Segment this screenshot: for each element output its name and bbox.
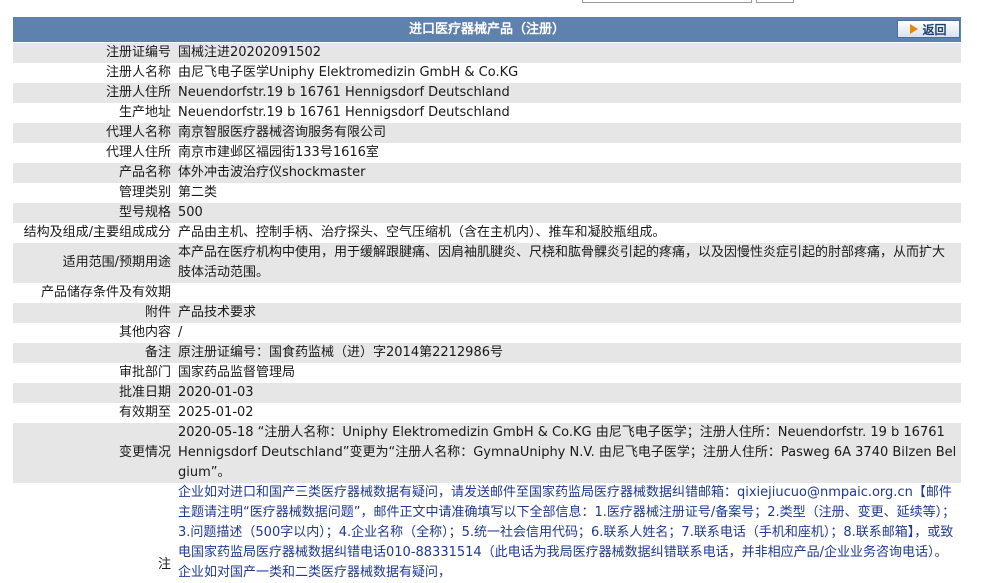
field-value <box>174 283 961 303</box>
field-label: 附件 <box>13 303 174 323</box>
table-row: 变更情况 2020-05-18 “注册人名称：Uniphy Elektromedi… <box>13 423 961 483</box>
field-label: 结构及组成/主要组成成分 <box>13 223 174 243</box>
field-label: 代理人住所 <box>13 143 174 163</box>
field-value: 南京智服医疗器械咨询服务有限公司 <box>174 123 961 143</box>
table-row: 审批部门 国家药品监督管理局 <box>13 363 961 383</box>
note-text: 企业如对进口和国产三类医疗器械数据有疑问，请发送邮件至国家药监局医疗器械数据纠错… <box>174 483 961 583</box>
field-label: 其他内容 <box>13 323 174 343</box>
field-value: 2020-05-18 “注册人名称：Uniphy Elektromedizin … <box>174 423 961 483</box>
table-row: 管理类别 第二类 <box>13 183 961 203</box>
field-value: Neuendorfstr.19 b 16761 Hennigsdorf Deut… <box>174 83 961 103</box>
table-row: 适用范围/预期用途 本产品在医疗机构中使用，用于缓解跟腱痛、因肩袖肌腱炎、尺桡和肱… <box>13 243 961 283</box>
field-label: 管理类别 <box>13 183 174 203</box>
field-label: 型号规格 <box>13 203 174 223</box>
field-value: 原注册证编号：国食药监械（进）字2014第2212986号 <box>174 343 961 363</box>
table-row: 产品储存条件及有效期 <box>13 283 961 303</box>
field-label: 代理人名称 <box>13 123 174 143</box>
field-value: 第二类 <box>174 183 961 203</box>
table-row: 注册人名称 由尼飞电子医学Uniphy Elektromedizin GmbH &… <box>13 63 961 83</box>
field-label: 注册人名称 <box>13 63 174 83</box>
field-value: 国家药品监督管理局 <box>174 363 961 383</box>
back-button-label: 返回 <box>922 22 947 37</box>
table-row: 代理人住所 南京市建邺区福园街133号1616室 <box>13 143 961 163</box>
arrow-right-icon <box>910 24 919 34</box>
field-label: 注册证编号 <box>13 43 174 63</box>
note-label: 注 <box>13 483 174 583</box>
table-row: 注册证编号 国械注进20202091502 <box>13 43 961 63</box>
table-row: 批准日期 2020-01-03 <box>13 383 961 403</box>
table-row: 注册人住所 Neuendorfstr.19 b 16761 Hennigsdorf… <box>13 83 961 103</box>
table-row: 其他内容 / <box>13 323 961 343</box>
field-label: 生产地址 <box>13 103 174 123</box>
field-label: 产品名称 <box>13 163 174 183</box>
table-row: 型号规格 500 <box>13 203 961 223</box>
field-label: 批准日期 <box>13 383 174 403</box>
search-button[interactable] <box>756 0 794 3</box>
field-label: 产品储存条件及有效期 <box>13 283 174 303</box>
field-value: Neuendorfstr.19 b 16761 Hennigsdorf Deut… <box>174 103 961 123</box>
field-value: 本产品在医疗机构中使用，用于缓解跟腱痛、因肩袖肌腱炎、尺桡和肱骨髁炎引起的疼痛，… <box>174 243 961 283</box>
field-value: 南京市建邺区福园街133号1616室 <box>174 143 961 163</box>
field-label: 变更情况 <box>13 423 174 483</box>
table-row: 产品名称 体外冲击波治疗仪shockmaster <box>13 163 961 183</box>
panel-header: 进口医疗器械产品（注册） 返回 <box>13 17 961 43</box>
table-row: 备注 原注册证编号：国食药监械（进）字2014第2212986号 <box>13 343 961 363</box>
field-value: 由尼飞电子医学Uniphy Elektromedizin GmbH & Co.K… <box>174 63 961 83</box>
field-value: 2025-01-02 <box>174 403 961 423</box>
field-value: 500 <box>174 203 961 223</box>
field-label: 备注 <box>13 343 174 363</box>
field-label: 适用范围/预期用途 <box>13 243 174 283</box>
table-row: 附件 产品技术要求 <box>13 303 961 323</box>
field-value: 国械注进20202091502 <box>174 43 961 63</box>
table-row: 代理人名称 南京智服医疗器械咨询服务有限公司 <box>13 123 961 143</box>
field-value: 2020-01-03 <box>174 383 961 403</box>
note-row: 注企业如对进口和国产三类医疗器械数据有疑问，请发送邮件至国家药监局医疗器械数据纠… <box>13 483 961 583</box>
field-value: 产品技术要求 <box>174 303 961 323</box>
field-label: 注册人住所 <box>13 83 174 103</box>
field-label: 有效期至 <box>13 403 174 423</box>
page-title: 进口医疗器械产品（注册） <box>408 22 565 37</box>
registration-details-table: 注册证编号 国械注进20202091502 注册人名称 由尼飞电子医学Uniphy E… <box>13 43 961 583</box>
table-row: 生产地址 Neuendorfstr.19 b 16761 Hennigsdorf … <box>13 103 961 123</box>
detail-panel: 进口医疗器械产品（注册） 返回 注册证编号 国械注进20202091502 注册人名… <box>13 17 961 583</box>
table-row: 结构及组成/主要组成成分 产品由主机、控制手柄、治疗探头、空气压缩机（含在主机内）… <box>13 223 961 243</box>
field-value: / <box>174 323 961 343</box>
field-value: 体外冲击波治疗仪shockmaster <box>174 163 961 183</box>
field-value: 产品由主机、控制手柄、治疗探头、空气压缩机（含在主机内）、推车和凝胶瓶组成。 <box>174 223 961 243</box>
field-label: 审批部门 <box>13 363 174 383</box>
top-toolbar-fragment <box>0 0 981 17</box>
back-button[interactable]: 返回 <box>897 20 960 38</box>
table-row: 有效期至 2025-01-02 <box>13 403 961 423</box>
search-input[interactable] <box>582 0 752 3</box>
